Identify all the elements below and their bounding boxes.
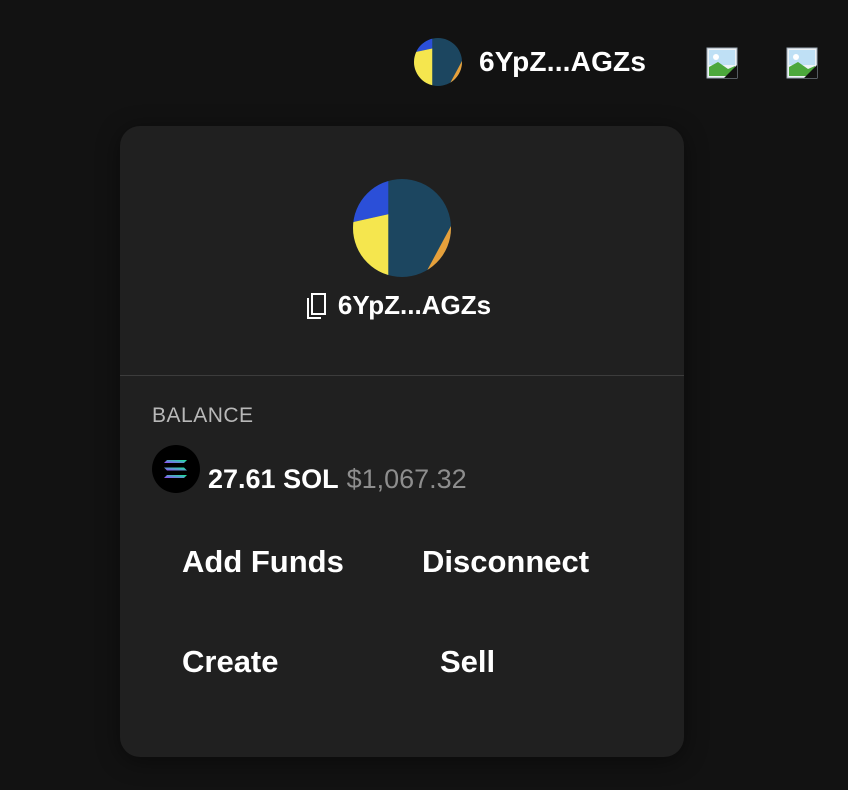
broken-image-icon[interactable] (706, 47, 738, 79)
solana-icon (152, 445, 200, 493)
wallet-avatar-icon (353, 179, 451, 277)
create-button[interactable]: Create (182, 644, 279, 680)
wallet-address: 6YpZ...AGZs (337, 290, 492, 320)
sell-button[interactable]: Sell (440, 644, 495, 680)
top-bar: 6YpZ...AGZs (0, 0, 848, 126)
balance-usd: $1,067.32 (346, 464, 467, 494)
disconnect-button[interactable]: Disconnect (422, 544, 589, 580)
copy-icon (306, 292, 326, 319)
balance-label: BALANCE (152, 404, 254, 427)
wallet-avatar-icon (414, 38, 462, 86)
add-funds-button[interactable]: Add Funds (182, 544, 344, 580)
wallet-dropdown-panel: 6YpZ...AGZs BALANCE 27.61 SOL $1,067.32 A… (120, 126, 684, 757)
wallet-address: 6YpZ...AGZs (479, 46, 647, 77)
balance-row: 27.61 SOL $1,067.32 (208, 464, 467, 495)
copy-address-button[interactable]: 6YpZ...AGZs (120, 290, 684, 321)
balance-sol: 27.61 SOL (208, 464, 339, 494)
divider (120, 375, 684, 376)
broken-image-icon[interactable] (786, 47, 818, 79)
wallet-button[interactable]: 6YpZ...AGZs (414, 38, 646, 86)
